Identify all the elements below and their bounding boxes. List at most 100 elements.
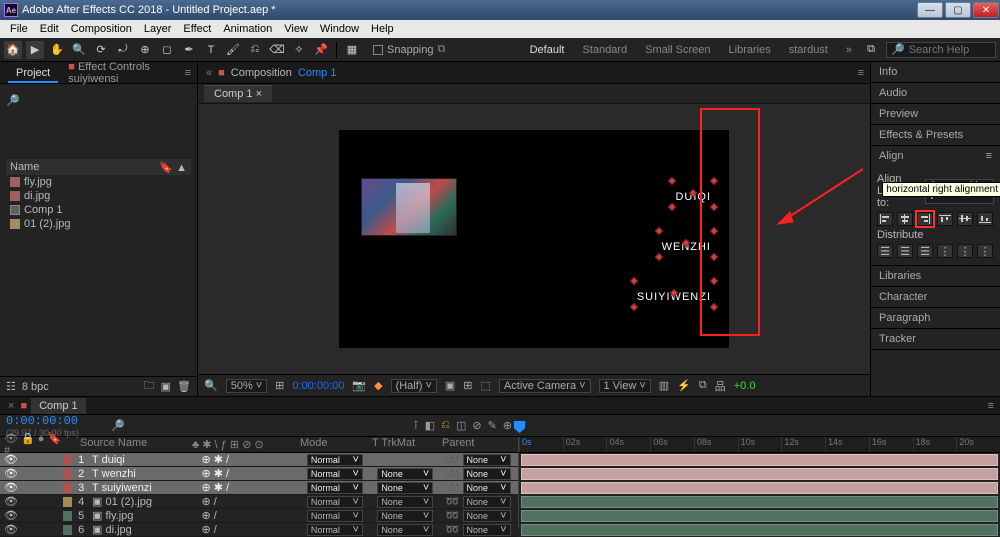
eraser-tool[interactable]: ⌫: [268, 41, 286, 59]
zoom-select[interactable]: 50% ˅: [226, 379, 267, 393]
dist-bottom-button[interactable]: ☰: [917, 244, 933, 258]
new-folder-icon[interactable]: 🗀: [144, 377, 155, 396]
trkmat-select[interactable]: None˅: [377, 482, 433, 494]
col-trkmat[interactable]: T TrkMat: [366, 437, 436, 452]
close-button[interactable]: ✕: [973, 2, 999, 18]
panel-find-icon[interactable]: ⧉: [862, 41, 880, 59]
timeline-tab-close[interactable]: ×: [8, 400, 14, 412]
menu-effect[interactable]: Effect: [177, 23, 217, 35]
bpc-button[interactable]: 8 bpc: [22, 381, 49, 393]
dist-left-button[interactable]: ⋮: [937, 244, 953, 258]
view-select[interactable]: 1 View ˅: [599, 379, 651, 393]
pixel-icon[interactable]: ◆: [374, 379, 382, 392]
panel-audio[interactable]: Audio: [871, 83, 1000, 103]
layer-row[interactable]: 👁2T wenzhi⊕ ✱ /Normal˅None˅➿ None˅: [0, 467, 518, 481]
maximize-button[interactable]: ▢: [945, 2, 971, 18]
timecode[interactable]: 0:00:00:00: [292, 380, 344, 392]
dist-right-button[interactable]: ⋮: [977, 244, 993, 258]
trkmat-select[interactable]: None˅: [377, 510, 433, 522]
dist-vcenter-button[interactable]: ☰: [897, 244, 913, 258]
parent-select[interactable]: None˅: [463, 468, 511, 480]
shape-tool[interactable]: ◻: [158, 41, 176, 59]
track-area[interactable]: [518, 453, 1000, 528]
parent-pickwhip[interactable]: ➿: [446, 496, 460, 508]
layer-bar[interactable]: [521, 454, 998, 466]
project-item[interactable]: di.jpg: [6, 189, 191, 203]
roto-tool[interactable]: ✧: [290, 41, 308, 59]
layer-thumbnail[interactable]: [361, 178, 457, 236]
snapshot-icon[interactable]: 📷: [352, 379, 366, 392]
current-timecode[interactable]: 0:00:00:00: [6, 414, 79, 428]
view-opt-icon[interactable]: ▥: [659, 379, 669, 392]
layer-bar[interactable]: [521, 482, 998, 494]
project-item[interactable]: Comp 1: [6, 203, 191, 217]
fast-preview-icon[interactable]: ⚡: [677, 379, 691, 392]
frameblend-icon[interactable]: ◫: [456, 419, 466, 432]
parent-select[interactable]: None˅: [463, 524, 511, 536]
parent-select[interactable]: None˅: [463, 482, 511, 494]
channel-icon[interactable]: ⬚: [481, 379, 491, 392]
menu-file[interactable]: File: [4, 23, 34, 35]
align-bottom-button[interactable]: [977, 212, 993, 226]
timeline-tab[interactable]: Comp 1: [31, 398, 86, 414]
mode-select[interactable]: Normal˅: [307, 496, 363, 508]
workspace-libraries[interactable]: Libraries: [721, 42, 779, 58]
resolution-icon[interactable]: ⊞: [275, 379, 284, 392]
col-source[interactable]: Source Name: [76, 437, 188, 452]
dist-top-button[interactable]: ☰: [877, 244, 893, 258]
mode-select[interactable]: Normal˅: [307, 524, 363, 536]
hand-tool[interactable]: ✋: [48, 41, 66, 59]
grid-icon[interactable]: ⊞: [463, 379, 472, 392]
flowchart-icon[interactable]: 品: [715, 378, 726, 394]
stamp-tool[interactable]: ⎌: [246, 41, 264, 59]
workspace-stardust[interactable]: stardust: [781, 42, 836, 58]
camera-select[interactable]: Active Camera ˅: [499, 379, 591, 393]
tab-project[interactable]: Project: [8, 64, 58, 82]
new-comp-icon[interactable]: ▣: [161, 380, 171, 393]
timeline-search-icon[interactable]: 🔎: [111, 419, 125, 432]
parent-pickwhip[interactable]: ➿: [446, 524, 460, 536]
time-ruler[interactable]: 0s 02s 04s 06s 08s 10s 12s 14s 16s 18s 2…: [518, 437, 1000, 453]
menu-layer[interactable]: Layer: [138, 23, 178, 35]
mode-select[interactable]: Normal˅: [307, 454, 363, 466]
menu-edit[interactable]: Edit: [34, 23, 65, 35]
comp-tab-close[interactable]: ×: [256, 88, 262, 100]
parent-pickwhip[interactable]: ➿: [446, 482, 460, 494]
project-name-header[interactable]: Name 🔖 ▲: [6, 159, 191, 175]
tab-effect-controls[interactable]: ■ Effect Controls suiyiwensi: [60, 58, 182, 88]
panel-character[interactable]: Character: [871, 287, 1000, 307]
layer-row[interactable]: 👁3T suiyiwenzi⊕ ✱ /Normal˅None˅➿ None˅: [0, 481, 518, 495]
trkmat-select[interactable]: None˅: [377, 468, 433, 480]
comp-mini-flowchart-icon[interactable]: ⊺: [413, 419, 419, 432]
align-hcenter-button[interactable]: [897, 212, 913, 226]
res-select[interactable]: (Half) ˅: [391, 379, 437, 393]
timeline-icon[interactable]: ⧉: [699, 379, 707, 392]
menu-animation[interactable]: Animation: [217, 23, 278, 35]
local-axis-tool[interactable]: ▦: [343, 41, 361, 59]
parent-select[interactable]: None˅: [463, 454, 511, 466]
layer-row[interactable]: 👁4▣ 01 (2).jpg⊕ /Normal˅None˅➿ None˅: [0, 495, 518, 509]
snapping-icon[interactable]: ⧉: [438, 43, 446, 56]
comp-tab[interactable]: Comp 1 ×: [204, 85, 272, 102]
parent-pickwhip[interactable]: ➿: [446, 454, 460, 466]
layer-bar[interactable]: [521, 496, 998, 508]
parent-select[interactable]: None˅: [463, 496, 511, 508]
brainstorm-icon[interactable]: ⊕: [503, 419, 512, 432]
layer-bar[interactable]: [521, 468, 998, 480]
col-parent[interactable]: Parent: [436, 437, 516, 452]
dist-hcenter-button[interactable]: ⋮: [957, 244, 973, 258]
search-help[interactable]: 🔎 Search Help: [886, 42, 996, 58]
align-vcenter-button[interactable]: [957, 212, 973, 226]
workspace-small[interactable]: Small Screen: [637, 42, 718, 58]
layer-row[interactable]: 👁6▣ di.jpg⊕ /Normal˅None˅➿ None˅: [0, 523, 518, 537]
align-right-button[interactable]: [917, 212, 933, 226]
mode-select[interactable]: Normal˅: [307, 482, 363, 494]
workspace-standard[interactable]: Standard: [574, 42, 635, 58]
crumb-comp-name[interactable]: Comp 1: [298, 67, 337, 79]
shy-icon[interactable]: ⎌: [441, 419, 450, 432]
selection-tool[interactable]: ▶: [26, 41, 44, 59]
menu-window[interactable]: Window: [314, 23, 365, 35]
align-left-button[interactable]: [877, 212, 893, 226]
mode-select[interactable]: Normal˅: [307, 468, 363, 480]
menu-composition[interactable]: Composition: [65, 23, 138, 35]
